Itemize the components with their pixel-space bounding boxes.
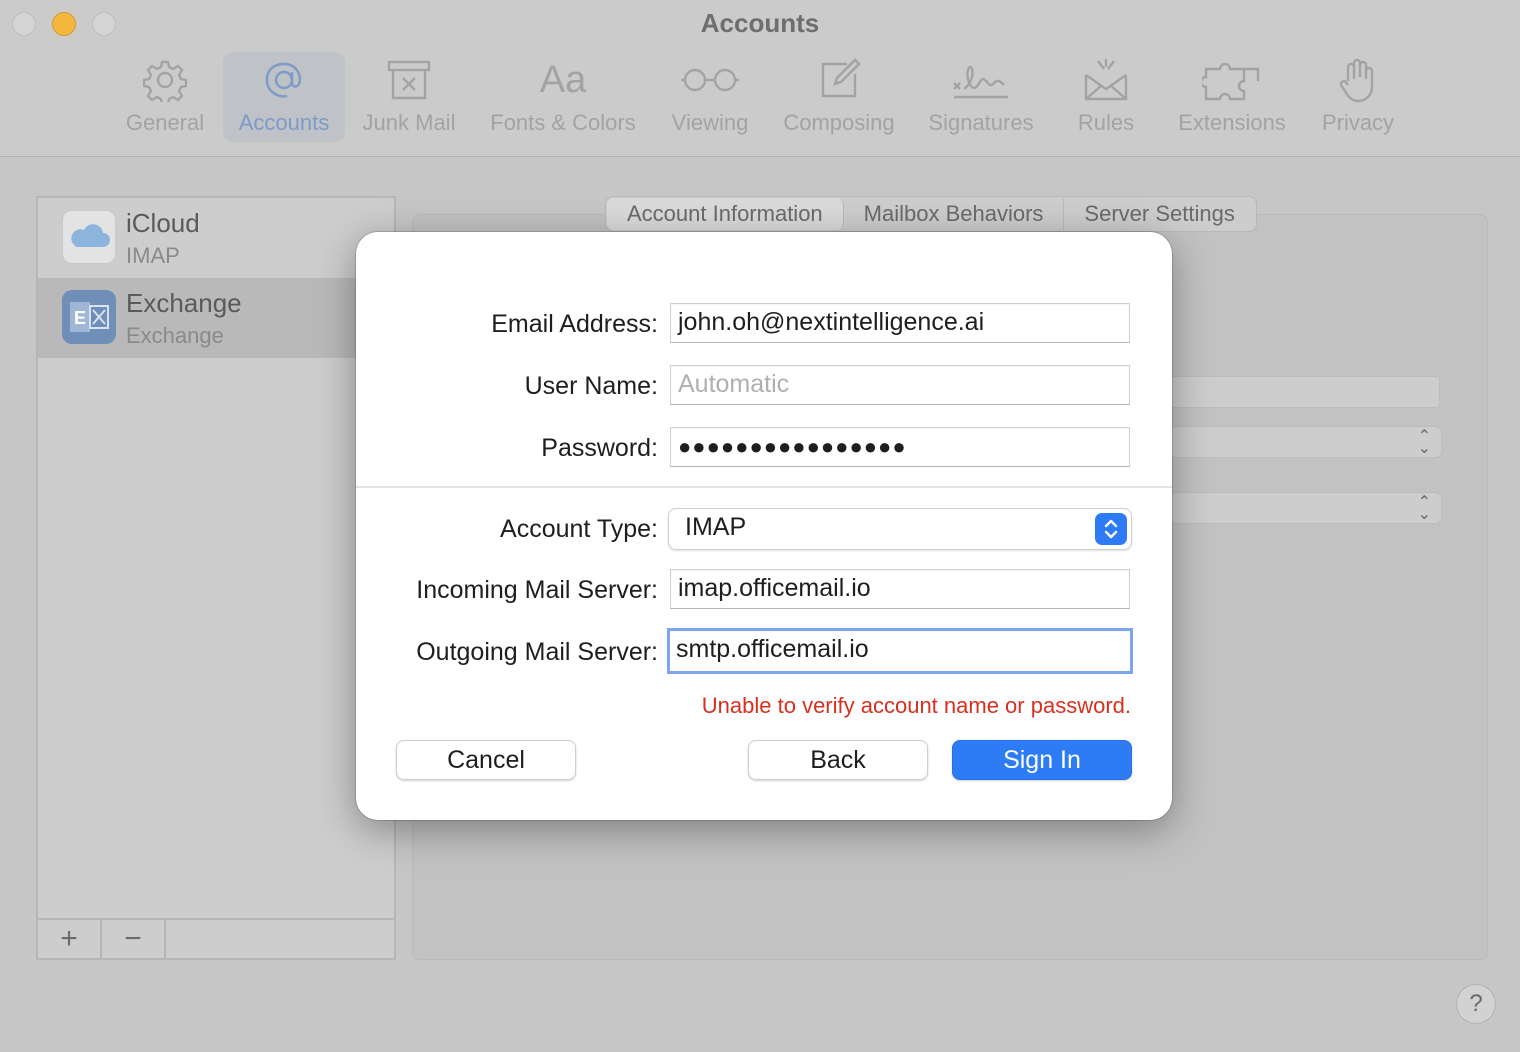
toolbar-junk-mail[interactable]: Junk Mail	[357, 52, 461, 142]
back-button[interactable]: Back	[748, 740, 928, 780]
cancel-button[interactable]: Cancel	[396, 740, 576, 780]
sign-in-dialog: Email Address: john.oh@nextintelligence.…	[356, 232, 1172, 820]
outgoing-server-label: Outgoing Mail Server:	[416, 638, 658, 666]
title-bar: Accounts General Accounts Junk Mail Aa F…	[0, 0, 1520, 157]
exchange-icon: E	[62, 290, 116, 344]
background-popup: ⌃ ⌄	[1168, 426, 1442, 458]
toolbar-label: Extensions	[1178, 110, 1286, 135]
toolbar-label: Rules	[1077, 110, 1135, 135]
email-label: Email Address:	[491, 310, 658, 338]
chevron-updown-icon: ⌃ ⌄	[1417, 428, 1431, 457]
junk-mail-icon	[385, 52, 433, 108]
account-type-label: Account Type:	[500, 515, 658, 543]
glasses-icon	[679, 52, 741, 108]
gear-icon	[143, 52, 187, 108]
remove-account-button[interactable]: −	[102, 920, 166, 958]
add-account-button[interactable]: +	[38, 920, 102, 958]
sign-in-button[interactable]: Sign In	[952, 740, 1132, 780]
username-label: User Name:	[524, 372, 658, 400]
toolbar-label: Signatures	[928, 110, 1034, 135]
hand-icon	[1338, 52, 1378, 108]
mail-preferences-window: Accounts General Accounts Junk Mail Aa F…	[0, 0, 1520, 1052]
puzzle-icon	[1202, 52, 1262, 108]
toolbar-fonts-colors[interactable]: Aa Fonts & Colors	[484, 52, 642, 142]
toolbar-label: Fonts & Colors	[490, 110, 636, 135]
toolbar-signatures[interactable]: Signatures	[922, 52, 1040, 142]
toolbar-privacy[interactable]: Privacy	[1314, 52, 1402, 142]
chevron-updown-icon: ⌃ ⌄	[1417, 494, 1431, 523]
account-type-popup[interactable]: IMAP	[668, 508, 1132, 550]
password-field[interactable]: ●●●●●●●●●●●●●●●●	[670, 427, 1130, 467]
toolbar-extensions[interactable]: Extensions	[1172, 52, 1292, 142]
incoming-server-field[interactable]: imap.officemail.io	[670, 569, 1130, 609]
signature-icon	[950, 52, 1012, 108]
email-field[interactable]: john.oh@nextintelligence.ai	[670, 303, 1130, 343]
accounts-list: iCloud IMAP E Exchange Exchange + −	[36, 196, 396, 960]
error-message: Unable to verify account name or passwor…	[701, 693, 1131, 718]
incoming-server-label: Incoming Mail Server:	[416, 576, 658, 604]
toolbar-label: Accounts	[238, 110, 330, 135]
account-type-value: IMAP	[685, 513, 747, 541]
dialog-divider	[356, 486, 1172, 488]
account-tabs: Account Information Mailbox Behaviors Se…	[605, 196, 1257, 232]
account-type: IMAP	[126, 243, 180, 268]
tab-account-information[interactable]: Account Information	[607, 198, 844, 230]
at-icon	[261, 52, 307, 108]
account-name: Exchange	[126, 288, 242, 318]
tab-mailbox-behaviors[interactable]: Mailbox Behaviors	[844, 198, 1065, 230]
toolbar-rules[interactable]: Rules	[1072, 52, 1140, 142]
background-popup: ⌃ ⌄	[1168, 492, 1442, 524]
toolbar-label: Composing	[783, 110, 895, 135]
toolbar-label: General	[125, 110, 205, 135]
svg-text:E: E	[74, 308, 86, 328]
toolbar-label: Junk Mail	[362, 110, 456, 135]
toolbar-viewing[interactable]: Viewing	[666, 52, 754, 142]
rules-icon	[1082, 52, 1130, 108]
toolbar-label: Privacy	[1321, 110, 1395, 135]
account-item-icloud[interactable]: iCloud IMAP	[38, 198, 394, 278]
password-label: Password:	[541, 434, 658, 462]
tab-server-settings[interactable]: Server Settings	[1064, 198, 1254, 230]
toolbar-accounts[interactable]: Accounts	[223, 52, 345, 142]
outgoing-server-field[interactable]: smtp.officemail.io	[667, 628, 1133, 674]
background-text-field	[1168, 376, 1440, 408]
account-type: Exchange	[126, 323, 224, 348]
window-title: Accounts	[700, 8, 820, 38]
toolbar-general[interactable]: General	[118, 52, 212, 142]
account-name: iCloud	[126, 208, 200, 238]
username-field[interactable]: Automatic	[670, 365, 1130, 405]
toolbar-composing[interactable]: Composing	[778, 52, 900, 142]
help-button[interactable]: ?	[1456, 984, 1496, 1024]
account-item-exchange[interactable]: E Exchange Exchange	[38, 278, 394, 358]
compose-icon	[817, 52, 861, 108]
icloud-icon	[62, 210, 116, 264]
toolbar-label: Viewing	[671, 110, 749, 135]
chevron-updown-icon	[1095, 513, 1127, 545]
fonts-icon: Aa	[539, 58, 587, 101]
list-footer: + −	[38, 918, 394, 958]
